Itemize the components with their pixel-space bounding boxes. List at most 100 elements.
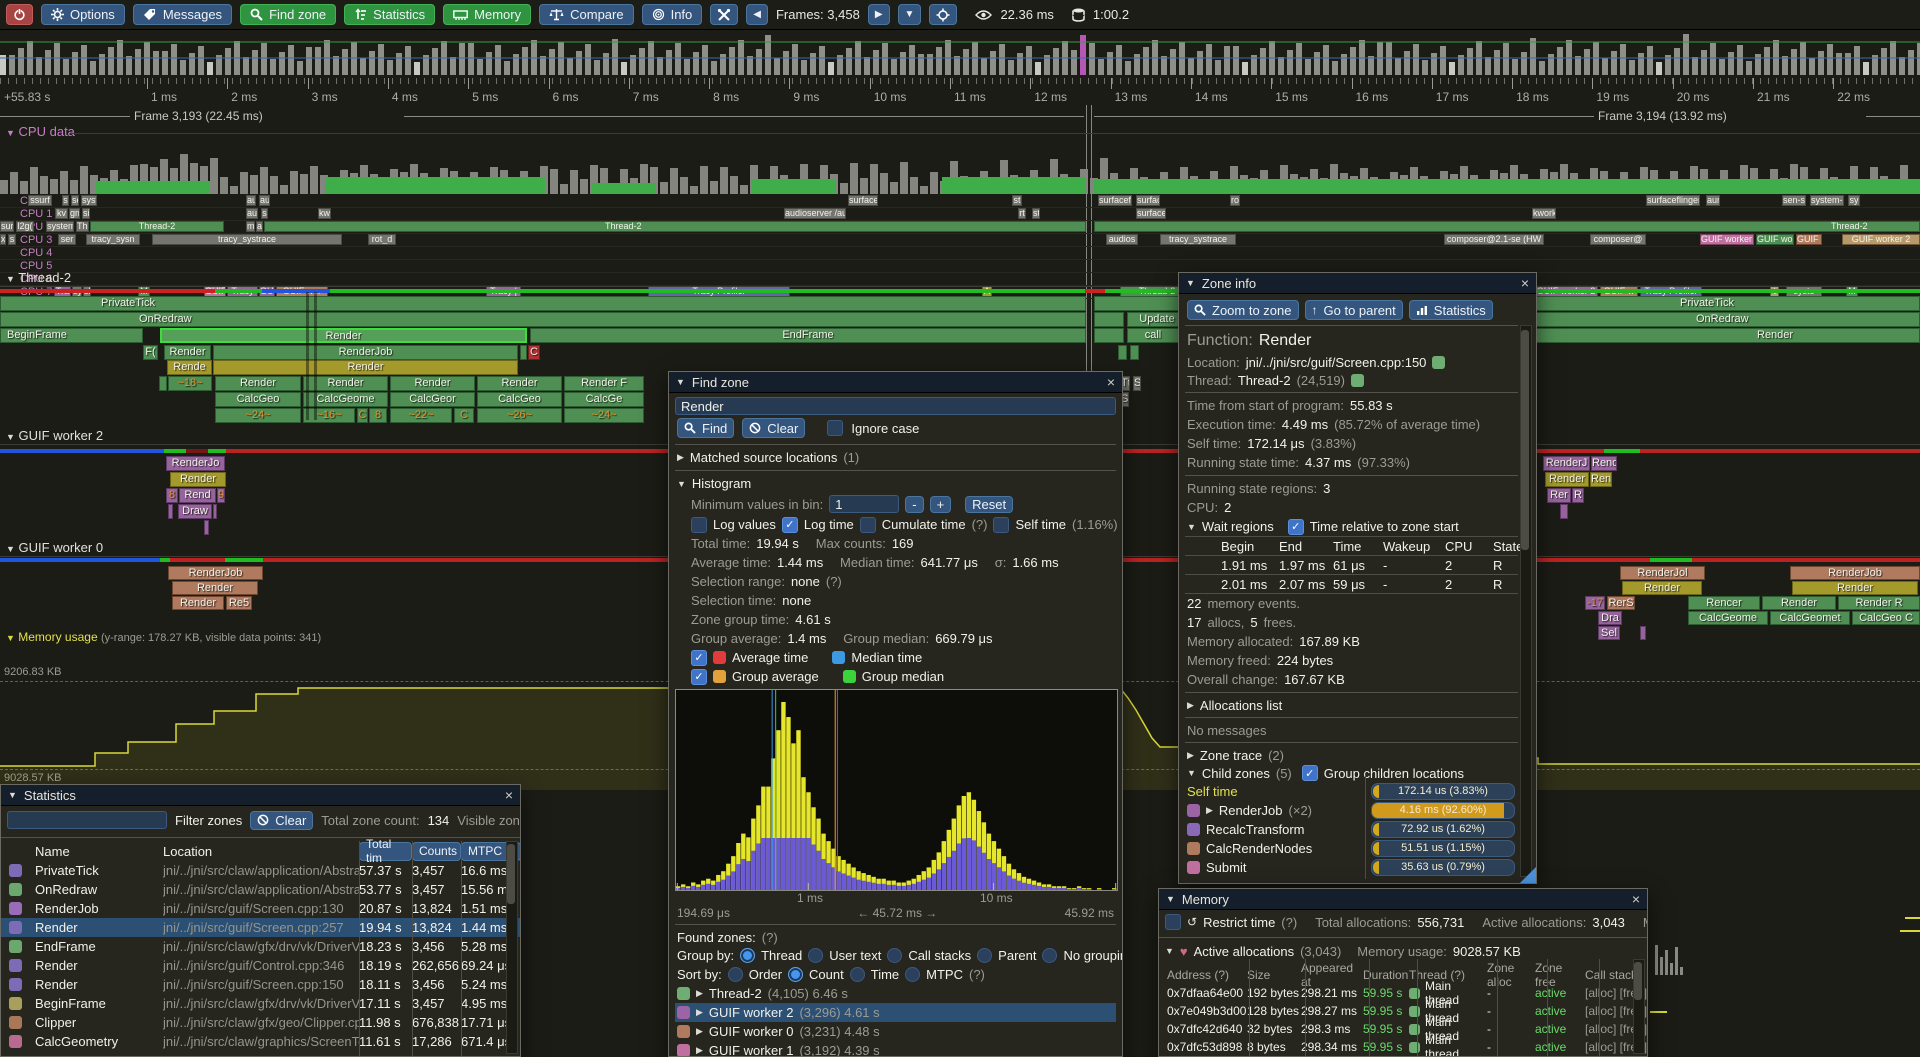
close-icon[interactable]: ×: [1632, 892, 1640, 906]
radio-option[interactable]: [887, 948, 902, 963]
frame-right-label[interactable]: Frame 3,194 (13.92 ms): [1598, 109, 1727, 123]
find-zone-titlebar[interactable]: ▼Find zone×: [669, 372, 1122, 393]
zone-chip[interactable]: Render: [1545, 472, 1589, 487]
ignore-case-checkbox[interactable]: [827, 420, 843, 436]
zone-chip[interactable]: gm: [69, 208, 80, 219]
radio-option[interactable]: [905, 967, 920, 982]
histogram-option-checkbox[interactable]: [993, 517, 1009, 533]
thread-section-header[interactable]: ▼ Thread-2: [6, 270, 71, 285]
zone-chip[interactable]: system-ser: [1810, 195, 1844, 206]
column-header-counts[interactable]: Counts: [412, 842, 461, 861]
zone-chip[interactable]: -17: [1585, 596, 1605, 610]
zone-chip[interactable]: l2g(: [16, 221, 34, 232]
prev-frame-button[interactable]: ◀: [746, 4, 768, 25]
zone-chip[interactable]: surfac: [1136, 195, 1160, 206]
zone-chip[interactable]: GUIF worker 2: [1842, 234, 1920, 245]
statistics-row[interactable]: Renderjni/../jni/src/guif/Control.cpp:34…: [1, 956, 520, 975]
zone-chip[interactable]: Dra: [1598, 611, 1622, 625]
zone-chip[interactable]: ro: [1230, 195, 1240, 206]
thread-section-header[interactable]: ▼ GUIF worker 2: [6, 428, 103, 443]
active-allocations-node[interactable]: Active allocations: [1194, 944, 1294, 959]
min-decrease-button[interactable]: -: [905, 496, 923, 513]
child-zones-node[interactable]: Child zones: [1202, 766, 1270, 781]
statistics-row[interactable]: Renderjni/../jni/src/guif/Screen.cpp:150…: [1, 975, 520, 994]
zone-chip[interactable]: RenderJob: [1790, 566, 1920, 580]
find-zone-button[interactable]: Find zone: [240, 4, 336, 25]
reset-button[interactable]: Reset: [965, 496, 1013, 513]
histogram-range-span[interactable]: ← 45.72 ms →: [857, 906, 937, 920]
zone-chip[interactable]: call: [1127, 328, 1179, 343]
statistics-row[interactable]: Clipperjni/../jni/src/claw/gfx/geo/Clipp…: [1, 1013, 520, 1032]
zone-chip[interactable]: CalcGeo: [215, 392, 301, 407]
radio-option[interactable]: [1042, 948, 1057, 963]
zone-chip[interactable]: surfacef: [848, 195, 878, 206]
zone-chip[interactable]: Rend: [1591, 456, 1617, 471]
allocations-list-node[interactable]: Allocations list: [1200, 698, 1282, 713]
zone-chip[interactable]: kworke: [1532, 208, 1556, 219]
zone-chip[interactable]: RenderJol: [1620, 566, 1705, 580]
zone-chip[interactable]: aud: [246, 208, 258, 219]
column-header-total-time[interactable]: Total tim: [359, 842, 412, 861]
filter-clear-button[interactable]: Clear: [250, 811, 313, 830]
zone-chip[interactable]: C: [357, 408, 368, 423]
zone-chip[interactable]: sy: [1848, 195, 1860, 206]
column-header-location[interactable]: Location: [163, 844, 359, 859]
zone-chip[interactable]: composer@2.1-se (HW: [1444, 234, 1544, 245]
zone-chip[interactable]: RenderJob: [213, 345, 518, 360]
clear-button[interactable]: Clear: [742, 418, 805, 438]
zone-chip[interactable]: [1560, 504, 1568, 519]
matched-source-locations[interactable]: Matched source locations: [690, 450, 837, 465]
radio-option[interactable]: [788, 967, 803, 982]
zone-chip[interactable]: OnRedraw: [0, 312, 1086, 327]
location-value[interactable]: jni/../jni/src/guif/Screen.cpp:150: [1246, 355, 1427, 370]
histogram-option-checkbox[interactable]: ✓: [782, 517, 798, 533]
zone-chip[interactable]: F(: [143, 345, 158, 360]
zone-chip[interactable]: [1094, 312, 1124, 327]
zone-chip[interactable]: RenderJo: [166, 456, 225, 471]
close-icon[interactable]: ×: [505, 788, 513, 802]
zone-chip[interactable]: [1130, 345, 1139, 360]
zone-chip[interactable]: Render: [172, 596, 224, 610]
zone-chip[interactable]: PrivateTick: [0, 296, 1086, 311]
zone-chip[interactable]: 8: [166, 488, 178, 503]
frame-time-strip[interactable]: [0, 33, 1920, 75]
zone-chip[interactable]: si: [82, 208, 90, 219]
memory-button[interactable]: Memory: [443, 4, 531, 25]
zone-chip[interactable]: surfacefl: [1136, 208, 1166, 219]
memory-titlebar[interactable]: ▼Memory×: [1159, 889, 1647, 910]
child-zone-row[interactable]: CalcRenderNodes51.51 us (1.15%): [1185, 839, 1518, 858]
zone-chip[interactable]: Ren: [1590, 472, 1612, 487]
radio-option[interactable]: [808, 948, 823, 963]
zone-chip[interactable]: Render: [160, 328, 527, 343]
zone-chip[interactable]: RenderJ: [1543, 456, 1590, 471]
zone-chip[interactable]: S: [1133, 376, 1141, 391]
zone-chip[interactable]: [1118, 345, 1127, 360]
filter-zones-input[interactable]: [7, 811, 167, 829]
statistics-scrollbar[interactable]: [506, 841, 518, 1054]
zone-chip[interactable]: Rende: [167, 360, 212, 375]
zone-chip[interactable]: Thread-2: [1094, 221, 1920, 232]
zone-chip[interactable]: tracy_systrace: [152, 234, 342, 245]
memory-scrollbar[interactable]: [1633, 959, 1645, 1054]
zone-chip[interactable]: CalcGeo C: [1852, 611, 1920, 625]
zone-chip[interactable]: rot_d: [368, 234, 396, 245]
zone-chip[interactable]: surfacefl: [1098, 195, 1132, 206]
statistics-button[interactable]: Statistics: [344, 4, 435, 25]
statistics-row[interactable]: Renderjni/../jni/src/guif/Screen.cpp:257…: [1, 918, 520, 937]
zone-chip[interactable]: 9: [217, 488, 225, 503]
zone-chip[interactable]: [1094, 328, 1124, 343]
found-zone-group-row[interactable]: ▶GUIF worker 1(3,192) 4.39 s: [675, 1041, 1116, 1057]
find-zone-histogram[interactable]: [675, 689, 1118, 891]
zoom-to-zone-button[interactable]: Zoom to zone: [1187, 300, 1299, 320]
statistics-row[interactable]: CalcGeometryjni/../jni/src/claw/graphics…: [1, 1032, 520, 1051]
zone-chip[interactable]: Render: [215, 376, 301, 391]
statistics-row[interactable]: BeginFramejni/../jni/src/claw/gfx/drv/vk…: [1, 994, 520, 1013]
zone-chip[interactable]: ~18~: [168, 376, 212, 391]
zone-chip[interactable]: ser: [58, 234, 76, 245]
histogram-option-checkbox[interactable]: [860, 517, 876, 533]
radio-option[interactable]: [850, 967, 865, 982]
zone-chip[interactable]: Render: [1622, 581, 1702, 595]
zone-chip[interactable]: tracy_systrace: [1160, 234, 1236, 245]
statistics-titlebar[interactable]: ▼Statistics×: [1, 785, 520, 806]
histogram-option-checkbox[interactable]: [691, 517, 707, 533]
